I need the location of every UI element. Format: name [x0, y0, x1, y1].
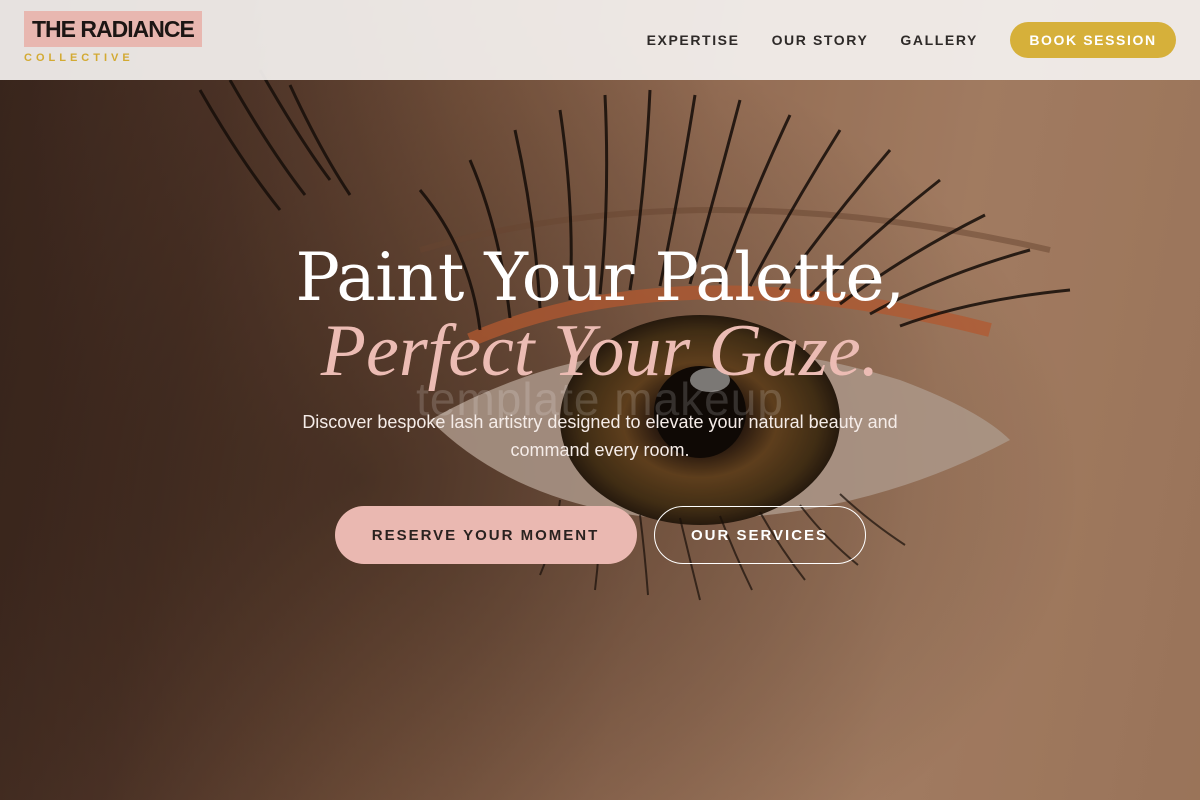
landing-page: THE RADIANCE COLLECTIVE EXPERTISE OUR ST…: [0, 0, 1200, 800]
our-services-button[interactable]: OUR SERVICES: [653, 506, 866, 564]
brand-subtitle: COLLECTIVE: [24, 52, 134, 64]
hero-cta-row: RESERVE YOUR MOMENT OUR SERVICES: [0, 506, 1200, 564]
hero-headline-line1: Paint Your Palette,: [295, 239, 905, 316]
nav-link-expertise[interactable]: EXPERTISE: [647, 22, 740, 58]
reserve-moment-button[interactable]: RESERVE YOUR MOMENT: [334, 506, 637, 564]
site-header: THE RADIANCE COLLECTIVE EXPERTISE OUR ST…: [0, 0, 1200, 80]
hero-section: Paint Your Palette, Perfect Your Gaze. D…: [0, 238, 1200, 564]
nav-link-our-story[interactable]: OUR STORY: [772, 22, 869, 58]
brand-logo[interactable]: THE RADIANCE COLLECTIVE: [24, 11, 202, 64]
hero-headline-line2: Perfect Your Gaze.: [320, 310, 880, 392]
brand-name: THE RADIANCE: [24, 11, 202, 47]
book-session-button[interactable]: BOOK SESSION: [1010, 22, 1176, 58]
main-nav: EXPERTISE OUR STORY GALLERY BOOK SESSION: [647, 22, 1176, 58]
nav-link-gallery[interactable]: GALLERY: [900, 22, 978, 58]
hero-tagline: Discover bespoke lash artistry designed …: [302, 412, 898, 460]
